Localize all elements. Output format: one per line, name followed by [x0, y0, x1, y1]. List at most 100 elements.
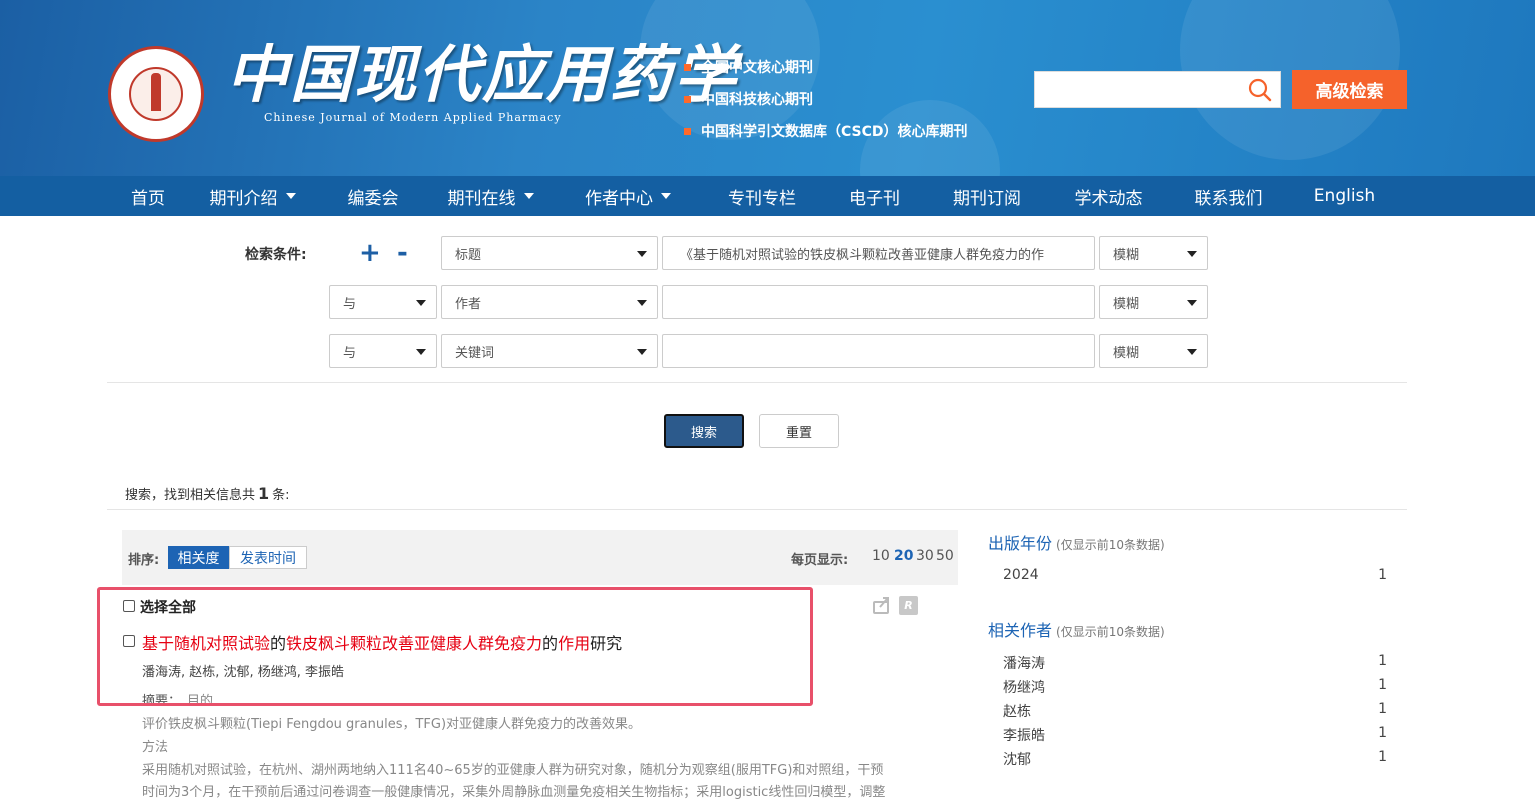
facet-author-title[interactable]: 相关作者 (仅显示前10条数据)	[988, 617, 1165, 641]
keyword-input-2[interactable]	[662, 285, 1095, 319]
nav-item-english[interactable]: English	[1291, 176, 1398, 216]
nav-label: English	[1313, 186, 1376, 206]
nav-label: 电子刊	[849, 188, 900, 209]
nav-label: 期刊介绍	[209, 188, 278, 209]
nav-label: 学术动态	[1074, 188, 1143, 209]
bullet-square-icon	[684, 127, 691, 135]
facet-author-item[interactable]: 沈郁 1	[1003, 749, 1387, 769]
logic-select-2[interactable]: 与	[329, 285, 437, 319]
badge-label: 中国科学引文数据库（CSCD）核心库期刊	[701, 124, 968, 140]
dropdown-arrow-icon	[416, 300, 426, 306]
match-select-3[interactable]: 模糊	[1099, 334, 1208, 368]
nav-label: 首页	[131, 188, 165, 209]
per-page-10[interactable]: 10	[872, 548, 890, 564]
per-page-50[interactable]: 50	[936, 548, 954, 564]
match-select-1[interactable]: 模糊	[1099, 236, 1208, 270]
keyword-input-1[interactable]: 《基于随机对照试验的铁皮枫斗颗粒改善亚健康人群免疫力的作	[662, 236, 1095, 270]
journal-logo-title[interactable]: 中国现代应用药学	[226, 40, 738, 110]
facet-year-item[interactable]: 2024 1	[1003, 567, 1387, 583]
nav-label: 专刊专栏	[728, 188, 796, 209]
advanced-search-button[interactable]: 高级检索	[1292, 70, 1407, 109]
nav-item-e-journal[interactable]: 电子刊	[826, 176, 923, 216]
dropdown-arrow-icon	[637, 300, 647, 306]
dropdown-arrow-icon	[1187, 300, 1197, 306]
add-condition-button[interactable]: +	[359, 238, 381, 268]
facet-label: 赵栋	[1003, 704, 1031, 720]
facet-count: 1	[1378, 653, 1387, 669]
facet-count: 1	[1378, 567, 1387, 583]
caret-down-icon	[285, 193, 296, 199]
divider	[107, 382, 1407, 383]
facet-count: 1	[1378, 749, 1387, 765]
dropdown-arrow-icon	[637, 251, 647, 257]
sort-by-publish-date[interactable]: 发表时间	[229, 546, 307, 569]
facet-author-item[interactable]: 赵栋 1	[1003, 701, 1387, 721]
nav-item-author-center[interactable]: 作者中心	[558, 176, 698, 216]
select-value: 与	[343, 345, 357, 361]
field-select-2[interactable]: 作者	[441, 285, 658, 319]
match-select-2[interactable]: 模糊	[1099, 285, 1208, 319]
field-select-3[interactable]: 关键词	[441, 334, 658, 368]
dropdown-arrow-icon	[637, 349, 647, 355]
reference-icon[interactable]: R	[899, 596, 918, 615]
nav-item-journal-online[interactable]: 期刊在线	[423, 176, 558, 216]
nav-label: 期刊在线	[447, 188, 516, 209]
per-page-30[interactable]: 30	[916, 548, 934, 564]
facet-label: 李振皓	[1003, 728, 1045, 744]
reset-button[interactable]: 重置	[759, 414, 839, 448]
journal-logo-subtitle: Chinese Journal of Modern Applied Pharma…	[264, 111, 562, 124]
select-value: 作者	[455, 296, 482, 312]
select-value: 模糊	[1113, 345, 1140, 361]
abstract-line: 方法	[142, 740, 169, 755]
nav-item-editorial-board[interactable]: 编委会	[323, 176, 423, 216]
facet-author-item[interactable]: 杨继鸿 1	[1003, 677, 1387, 697]
sort-bar: 排序: 相关度 发表时间 每页显示: 10 20 30 50	[122, 530, 958, 585]
journal-seal-logo[interactable]	[108, 46, 204, 142]
select-value: 模糊	[1113, 247, 1140, 263]
nav-item-academic-news[interactable]: 学术动态	[1051, 176, 1166, 216]
facet-title-text: 相关作者	[988, 621, 1053, 640]
badge-item: 中国科学引文数据库（CSCD）核心库期刊	[684, 115, 968, 147]
facet-author-item[interactable]: 潘海涛 1	[1003, 653, 1387, 673]
facet-title-text: 出版年份	[988, 534, 1053, 553]
caret-down-icon	[661, 193, 671, 199]
dropdown-arrow-icon	[416, 349, 426, 355]
facet-note: (仅显示前10条数据)	[1056, 625, 1165, 639]
sort-label: 排序:	[128, 553, 160, 568]
export-icon[interactable]	[872, 595, 892, 615]
badge-label: 全国中文核心期刊	[701, 60, 813, 76]
search-icon[interactable]	[1248, 78, 1272, 102]
dropdown-arrow-icon	[1187, 349, 1197, 355]
keyword-input-3[interactable]	[662, 334, 1095, 368]
input-value: 《基于随机对照试验的铁皮枫斗颗粒改善亚健康人群免疫力的作	[680, 247, 1045, 263]
search-button[interactable]: 搜索	[664, 414, 744, 448]
abstract-line: 采用随机对照试验，在杭州、湖州两地纳入111名40~65岁的亚健康人群为研究对象…	[142, 763, 884, 778]
result-count: 1	[258, 484, 270, 503]
facet-label: 沈郁	[1003, 752, 1031, 768]
search-conditions-label: 检索条件:	[245, 247, 307, 263]
divider	[107, 509, 1407, 510]
facet-year-title[interactable]: 出版年份 (仅显示前10条数据)	[988, 530, 1165, 554]
nav-item-contact-us[interactable]: 联系我们	[1166, 176, 1291, 216]
facet-author-item[interactable]: 李振皓 1	[1003, 725, 1387, 745]
header-search-box	[1034, 71, 1281, 108]
dropdown-arrow-icon	[1187, 251, 1197, 257]
remove-condition-button[interactable]: -	[397, 238, 408, 268]
facet-label: 杨继鸿	[1003, 680, 1045, 696]
badge-item: 中国科技核心期刊	[684, 83, 968, 115]
select-value: 模糊	[1113, 296, 1140, 312]
nav-item-subscription[interactable]: 期刊订阅	[923, 176, 1051, 216]
header-search-input[interactable]	[1035, 72, 1240, 107]
main-nav: 首页 期刊介绍 编委会 期刊在线 作者中心 专刊专栏 电子刊 期刊订阅 学术动态…	[0, 176, 1535, 216]
nav-item-journal-intro[interactable]: 期刊介绍	[182, 176, 323, 216]
per-page-20[interactable]: 20	[894, 548, 913, 564]
select-value: 关键词	[455, 345, 495, 361]
field-select-1[interactable]: 标题	[441, 236, 658, 270]
badge-label: 中国科技核心期刊	[701, 92, 813, 108]
logic-select-3[interactable]: 与	[329, 334, 437, 368]
nav-item-home[interactable]: 首页	[114, 176, 182, 216]
site-header: 中国现代应用药学 Chinese Journal of Modern Appli…	[0, 0, 1535, 176]
sort-by-relevance[interactable]: 相关度	[168, 546, 229, 569]
nav-item-special-columns[interactable]: 专刊专栏	[698, 176, 826, 216]
abstract-line: 评价铁皮枫斗颗粒(Tiepi Fengdou granules，TFG)对亚健康…	[142, 717, 642, 732]
